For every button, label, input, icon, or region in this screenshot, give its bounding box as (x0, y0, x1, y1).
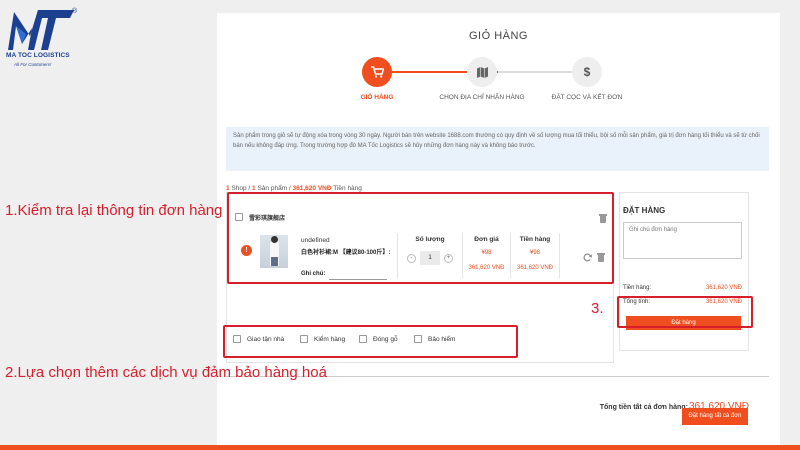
annotation-box-order-info (227, 192, 614, 284)
order-goods-value: 361,620 VNĐ (705, 285, 742, 291)
step-label-deposit: ĐẶT CỌC VÀ KẾT ĐƠN (551, 94, 623, 101)
registered-mark: ® (72, 8, 78, 15)
summary-product-label: Sản phẩm / (255, 185, 293, 192)
annotation-step-1: 1.Kiểm tra lại thông tin đơn hàng (5, 202, 223, 219)
step-label-cart: GIỎ HÀNG (360, 94, 394, 101)
logo-brand-name: MA TOC LOGISTICS (6, 52, 70, 59)
annotation-box-order-button (617, 296, 753, 328)
order-title: ĐẶT HÀNG (623, 206, 666, 215)
step-deposit[interactable]: $ (572, 57, 602, 87)
cart-notice: Sản phẩm trong giỏ sẽ tự động xóa trong … (226, 127, 769, 171)
order-note-input[interactable] (623, 222, 742, 259)
place-all-orders-button[interactable]: Đặt hàng tất cả đơn (682, 408, 748, 425)
map-icon (476, 66, 488, 78)
step-label-address: CHỌN ĐỊA CHỈ NHẬN HÀNG (439, 94, 525, 101)
order-goods-row: Tiền hàng: 361,620 VNĐ (623, 285, 742, 291)
page-title: GIỎ HÀNG (468, 30, 528, 42)
grand-total-label: Tổng tiền tất cả đơn hàng: (599, 404, 688, 411)
logo-tagline: All For Customers! (14, 62, 52, 67)
brand-logo[interactable]: ® MA TOC LOGISTICS All For Customers! (6, 6, 80, 67)
footer-bar (0, 445, 800, 450)
dollar-icon: $ (583, 65, 591, 79)
annotation-step-2: 2.Lựa chọn thêm các dịch vụ đảm bảo hàng… (5, 364, 327, 381)
annotation-box-services (223, 325, 518, 358)
step-cart[interactable] (362, 57, 392, 87)
step-address[interactable] (467, 57, 497, 87)
cart-summary: 1 Shop / 1 Sản phẩm / 361,620 VNĐ Tiền h… (226, 185, 362, 192)
cart-icon (370, 66, 384, 78)
order-goods-label: Tiền hàng: (623, 285, 652, 291)
summary-amount: 361,620 VNĐ (292, 185, 332, 192)
annotation-step-3: 3. (591, 300, 604, 317)
summary-shop-label: Shop / (229, 185, 253, 192)
summary-amount-label: Tiền hàng (331, 185, 362, 192)
logo-mark-icon (8, 10, 74, 50)
